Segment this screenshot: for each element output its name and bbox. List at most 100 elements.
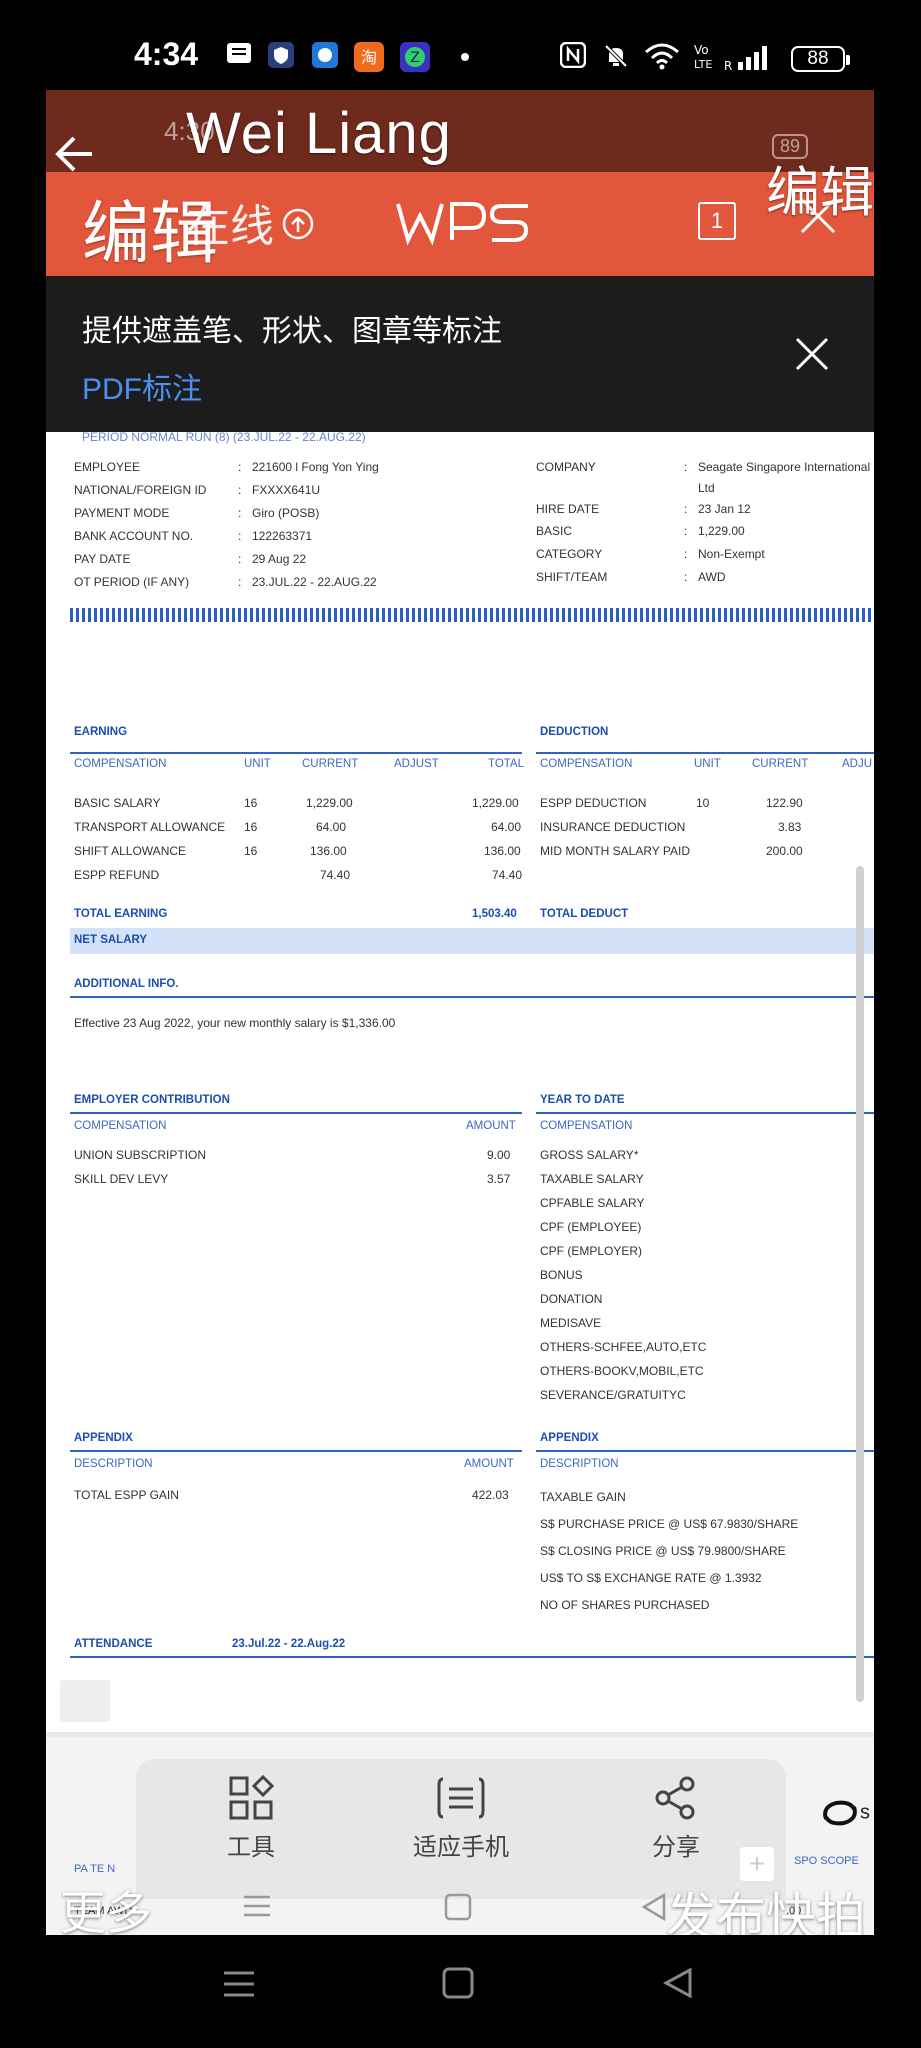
earning-row-total: 64.00 bbox=[491, 820, 522, 834]
earning-row-name: ESPP REFUND bbox=[74, 868, 160, 882]
deduction-title: DEDUCTION bbox=[540, 726, 609, 738]
field-payment-mode: PAYMENT MODE: Giro (POSB) bbox=[74, 506, 320, 520]
attendance-label: ATTENDANCE bbox=[74, 1638, 153, 1650]
wifi-icon bbox=[645, 43, 679, 70]
earning-row-name: TRANSPORT ALLOWANCE bbox=[74, 820, 226, 834]
barcode-divider bbox=[70, 608, 874, 622]
back-button-icon[interactable] bbox=[662, 1967, 694, 1999]
earning-row-name: BASIC SALARY bbox=[74, 796, 161, 810]
deduction-row-name: ESPP DEDUCTION bbox=[540, 796, 647, 810]
shield-app-icon bbox=[268, 42, 294, 68]
employer-contribution-title: EMPLOYER CONTRIBUTION bbox=[74, 1094, 230, 1106]
svg-text:淘: 淘 bbox=[361, 48, 377, 67]
tools-button[interactable]: 工具 bbox=[196, 1775, 306, 1862]
fit-phone-button[interactable]: 适应手机 bbox=[396, 1775, 526, 1862]
svg-text:Z: Z bbox=[410, 50, 420, 66]
wps-header: 编辑 在线 1 bbox=[46, 172, 874, 276]
net-salary-label: NET SALARY bbox=[74, 934, 148, 946]
appendix-left-title: APPENDIX bbox=[74, 1432, 133, 1444]
deduction-header-adjust: ADJU bbox=[842, 758, 873, 770]
field-ot-period: OT PERIOD (IF ANY):23.JUL.22 - 22.AUG.22 bbox=[74, 575, 377, 589]
deduction-header-unit: UNIT bbox=[694, 758, 721, 770]
wps-logo bbox=[396, 202, 529, 246]
appendix-right-header-description: DESCRIPTION bbox=[540, 1458, 619, 1470]
earning-row-unit: 16 bbox=[244, 844, 258, 858]
field-national-id: NATIONAL/FOREIGN ID: FXXXX641U bbox=[74, 483, 321, 497]
edit-text-right[interactable]: 编辑 bbox=[766, 148, 874, 227]
captured-nav-bar bbox=[46, 1893, 874, 1935]
fit-phone-label: 适应手机 bbox=[413, 1834, 509, 1861]
appendix-left-rule bbox=[70, 1450, 522, 1452]
ytd-item: DONATION bbox=[540, 1292, 603, 1306]
field-employee: EMPLOYEE:221600 l Fong Yon Ying bbox=[74, 460, 379, 474]
status-time: 4:34 bbox=[134, 36, 199, 72]
pdf-annotation-tip: 提供遮盖笔、形状、图章等标注 PDF标注 bbox=[46, 276, 874, 432]
attendance-period: 23.Jul.22 - 22.Aug.22 bbox=[232, 1638, 346, 1650]
appendix-right-item: TAXABLE GAIN bbox=[540, 1490, 626, 1504]
ytd-item: CPF (EMPLOYEE) bbox=[540, 1220, 642, 1234]
taobao-icon: 淘 bbox=[354, 42, 384, 72]
back-icon bbox=[641, 1893, 666, 1921]
story-screenshot: 4:30 89 Wei Liang 编辑 在线 1 编辑 提供遮盖笔、形状、图章… bbox=[46, 90, 874, 1935]
ytd-item: SEVERANCE/GRATUITYC bbox=[540, 1388, 686, 1402]
total-deduct-label: TOTAL DEDUCT bbox=[540, 908, 629, 920]
fit-phone-icon bbox=[437, 1777, 485, 1819]
page-count-badge[interactable]: 1 bbox=[698, 202, 736, 240]
share-button[interactable]: 分享 bbox=[626, 1775, 726, 1862]
nfc-icon bbox=[560, 42, 586, 68]
ytd-item: GROSS SALARY* bbox=[540, 1148, 639, 1162]
ytd-rule bbox=[536, 1112, 874, 1114]
earning-row-name: SHIFT ALLOWANCE bbox=[74, 844, 187, 858]
plus-button[interactable]: + bbox=[740, 1847, 774, 1881]
ytd-title: YEAR TO DATE bbox=[540, 1094, 625, 1106]
appendix-right-item: S$ CLOSING PRICE @ US$ 79.9800/SHARE bbox=[540, 1544, 786, 1558]
additional-rule bbox=[70, 996, 874, 998]
earning-row-total: 1,229.00 bbox=[472, 796, 519, 810]
scroll-top-button[interactable] bbox=[60, 1680, 110, 1722]
tools-icon bbox=[229, 1775, 274, 1820]
scrollbar[interactable] bbox=[856, 866, 864, 1702]
home-button-icon[interactable] bbox=[442, 1967, 474, 1999]
employer-header-compensation: COMPENSATION bbox=[74, 1120, 167, 1132]
signal-icon: R bbox=[724, 46, 767, 72]
employer-row-name: UNION SUBSCRIPTION bbox=[74, 1148, 207, 1162]
appendix-right-item: S$ PURCHASE PRICE @ US$ 67.9830/SHARE bbox=[540, 1517, 799, 1531]
ytd-item: CPFABLE SALARY bbox=[540, 1196, 645, 1210]
story-title: Wei Liang bbox=[186, 101, 452, 166]
appendix-right-rule bbox=[536, 1450, 874, 1452]
blue-app-icon bbox=[312, 42, 338, 68]
employer-row-name: SKILL DEV LEVY bbox=[74, 1172, 169, 1186]
earning-header-total: TOTAL bbox=[488, 758, 524, 770]
z-app-icon: Z bbox=[400, 42, 430, 72]
earning-rule bbox=[70, 752, 522, 754]
payslip-document: PERIOD NORMAL RUN (8) (23.JUL.22 - 22.AU… bbox=[46, 432, 874, 1737]
earning-header-current: CURRENT bbox=[302, 758, 359, 770]
field-pay-date: PAY DATE:29 Aug 22 bbox=[74, 552, 307, 566]
appendix-left-row-name: TOTAL ESPP GAIN bbox=[74, 1488, 179, 1502]
earning-row-unit: 16 bbox=[244, 796, 258, 810]
net-salary-band bbox=[70, 928, 874, 954]
volte-icon: VoLTE bbox=[694, 43, 712, 71]
ytd-item: CPF (EMPLOYER) bbox=[540, 1244, 643, 1258]
field-hire-date: HIRE DATE:23 Jan 12 bbox=[536, 502, 751, 516]
back-arrow-icon[interactable] bbox=[52, 134, 96, 174]
ytd-item: OTHERS-SCHFEE,AUTO,ETC bbox=[540, 1340, 707, 1354]
status-bar: 4:34 淘 Z Vo LTE R 88 bbox=[0, 0, 921, 90]
notification-icon bbox=[227, 43, 251, 63]
pay-period: PERIOD NORMAL RUN (8) (23.JUL.22 - 22.AU… bbox=[82, 432, 366, 444]
recent-apps-icon[interactable] bbox=[222, 1967, 256, 2001]
mute-icon bbox=[604, 44, 628, 68]
bottom-area: s PA TE N SPO SCOPE TEAM AWD .00 工具 适应手机… bbox=[46, 1737, 874, 1935]
appendix-left-header-description: DESCRIPTION bbox=[74, 1458, 153, 1470]
ytd-item: OTHERS-BOOKV,MOBIL,ETC bbox=[540, 1364, 704, 1378]
additional-info-title: ADDITIONAL INFO. bbox=[74, 978, 179, 990]
tip-close-icon[interactable] bbox=[794, 336, 830, 372]
employer-row-amount: 9.00 bbox=[487, 1148, 511, 1162]
cloud-upload-icon[interactable] bbox=[278, 202, 318, 242]
deduction-row-current: 200.00 bbox=[766, 844, 803, 858]
earning-header-compensation: COMPENSATION bbox=[74, 758, 167, 770]
total-earning-label: TOTAL EARNING bbox=[74, 908, 168, 920]
appendix-right-item: NO OF SHARES PURCHASED bbox=[540, 1598, 710, 1612]
pdf-annotation-link[interactable]: PDF标注 bbox=[82, 364, 202, 408]
appendix-right-title: APPENDIX bbox=[540, 1432, 599, 1444]
